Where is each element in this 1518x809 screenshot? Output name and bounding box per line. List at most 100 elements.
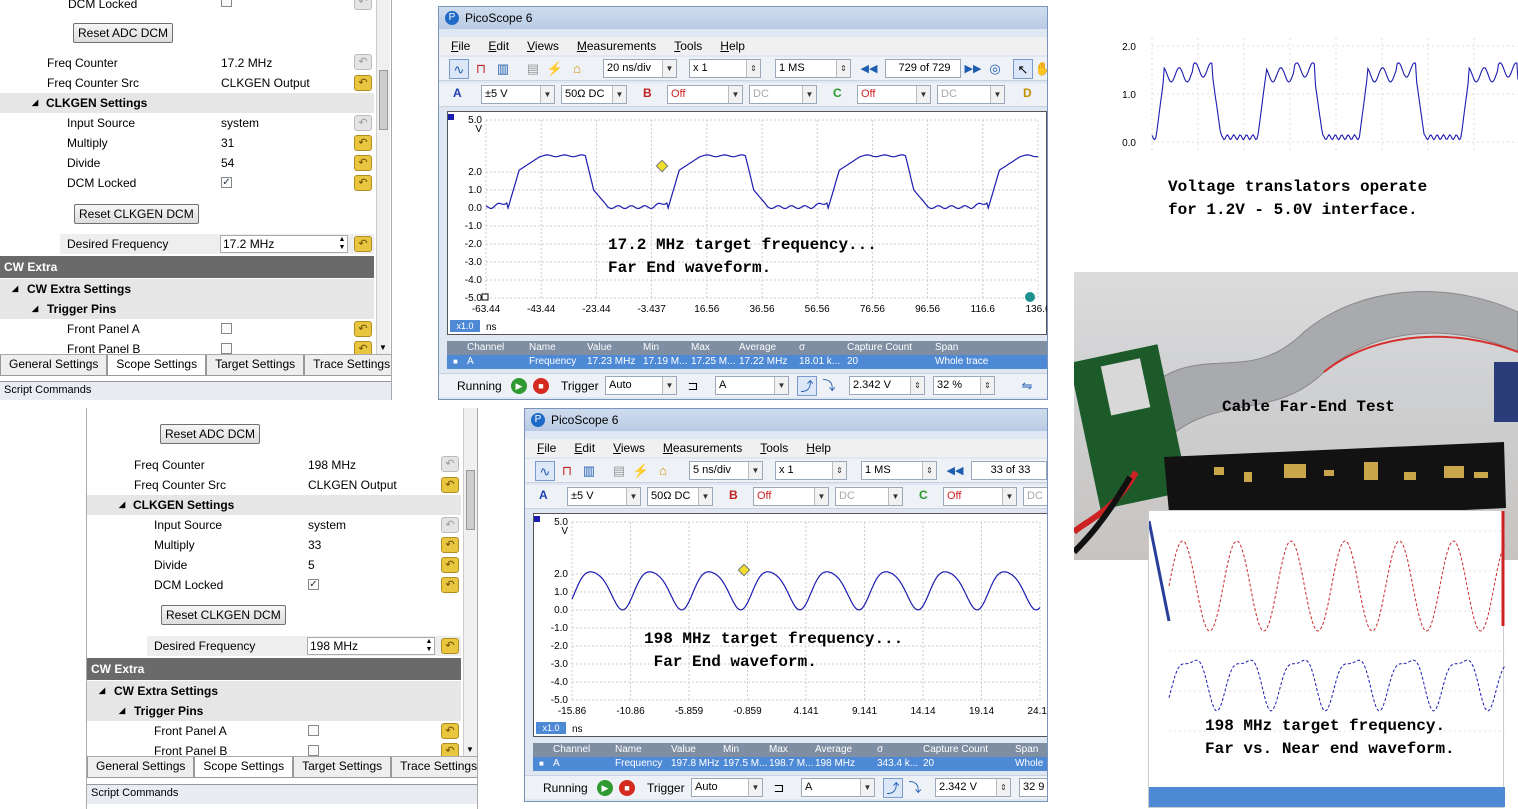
channel-a-coupling[interactable]: 50Ω DC ▼	[561, 85, 627, 104]
chevron-down-icon[interactable]: ▼	[626, 488, 640, 505]
input-source-value[interactable]: system	[221, 113, 259, 133]
undo-arrow-icon[interactable]: ↶	[441, 517, 459, 533]
pulse-mode-icon[interactable]: ⊓	[557, 461, 577, 481]
chevron-down-icon[interactable]: ▼	[802, 86, 816, 103]
multiply-value[interactable]: 31	[221, 133, 234, 153]
last-capture-icon[interactable]: ▶▶	[963, 59, 983, 79]
trigger-source-select[interactable]: A ▼	[715, 376, 789, 395]
scope-mode-icon[interactable]: ∿	[535, 461, 555, 481]
trigger-source-select[interactable]: A ▼	[801, 778, 875, 797]
chevron-down-icon[interactable]: ▼	[662, 377, 676, 394]
vertical-scrollbar[interactable]: ▼	[376, 0, 390, 354]
front-panel-b-checkbox[interactable]	[221, 343, 232, 354]
trigger-level-stepper[interactable]: 2.342 V ⇕	[849, 376, 925, 395]
home-icon[interactable]: ⌂	[567, 59, 587, 79]
undo-arrow-icon[interactable]: ↶	[441, 638, 459, 654]
trigger-settings-icon[interactable]: ⊐	[683, 376, 703, 396]
tab-scope-settings[interactable]: Scope Settings	[194, 757, 294, 778]
tab-general-settings[interactable]: General Settings	[0, 355, 108, 376]
channel-b-button[interactable]: B	[729, 488, 738, 502]
menu-edit[interactable]: Edit	[482, 37, 515, 55]
chevron-down-icon[interactable]: ▼	[612, 86, 626, 103]
trigger-mode-select[interactable]: Auto ▼	[691, 778, 763, 797]
channel-a-coupling[interactable]: 50Ω DC ▼	[647, 487, 713, 506]
tab-trace-settings[interactable]: Trace Settings	[391, 757, 477, 778]
channel-a-button[interactable]: A	[539, 488, 548, 502]
undo-arrow-icon[interactable]: ↶	[441, 577, 459, 593]
pulse-mode-icon[interactable]: ⊓	[471, 59, 491, 79]
timebase-select[interactable]: 20 ns/div ▼	[603, 59, 677, 78]
divide-value[interactable]: 5	[308, 555, 315, 575]
expand-triangle-icon[interactable]: ◢	[32, 299, 38, 319]
undo-arrow-icon[interactable]: ↶	[354, 54, 372, 70]
spin-arrows-icon[interactable]: ⇕	[832, 462, 846, 479]
first-capture-icon[interactable]: ◀◀	[859, 59, 879, 79]
dcm-locked-checkbox[interactable]: ✓	[308, 579, 319, 590]
window-titlebar[interactable]: P PicoScope 6	[439, 7, 1047, 29]
menu-views[interactable]: Views	[607, 439, 651, 457]
tab-trace-settings[interactable]: Trace Settings	[304, 355, 391, 376]
scope-mode-icon[interactable]: ∿	[449, 59, 469, 79]
chevron-down-icon[interactable]: ▼	[748, 462, 762, 479]
script-commands-dock[interactable]: Script Commands ⊡✕	[0, 381, 391, 400]
spin-arrows-icon[interactable]: ⇕	[922, 462, 936, 479]
reset-adc-dcm-button[interactable]: Reset ADC DCM	[73, 23, 174, 43]
pretrigger-stepper[interactable]: 32 9	[1019, 778, 1047, 797]
reset-adc-dcm-button[interactable]: Reset ADC DCM	[160, 424, 261, 444]
zoom-stepper[interactable]: x 1 ⇕	[689, 59, 761, 78]
auto-setup-icon[interactable]: ⚡	[631, 461, 651, 481]
menu-edit[interactable]: Edit	[568, 439, 601, 457]
cw-extra-settings-header[interactable]: ◢ CW Extra Settings	[0, 279, 374, 299]
dcm-locked-checkbox[interactable]: ✓	[221, 177, 232, 188]
chevron-down-icon[interactable]: ▼	[774, 377, 788, 394]
zoom-stepper[interactable]: x 1 ⇕	[775, 461, 847, 480]
menu-help[interactable]: Help	[714, 37, 751, 55]
falling-edge-icon[interactable]: ⤵	[905, 778, 925, 798]
first-capture-icon[interactable]: ◀◀	[945, 461, 965, 481]
table-row[interactable]: ■ A Frequency 17.23 MHz 17.19 M... 17.25…	[447, 355, 1047, 369]
tab-general-settings[interactable]: General Settings	[87, 757, 195, 778]
spin-arrows-icon[interactable]: ⇕	[836, 60, 850, 77]
chevron-down-icon[interactable]: ▼	[748, 779, 762, 796]
chevron-down-icon[interactable]: ▼	[662, 60, 676, 77]
persistence-icon[interactable]: ▤	[523, 59, 543, 79]
falling-edge-icon[interactable]: ⤵	[819, 376, 839, 396]
tab-target-settings[interactable]: Target Settings	[206, 355, 305, 376]
spectrum-mode-icon[interactable]: ▥	[493, 59, 513, 79]
undo-arrow-icon[interactable]: ↶	[354, 0, 372, 10]
scope-plot-bottom[interactable]: 5.0 2.0 1.0 0.0 -1.0 -2.0 -3.0 -4.0 -5.0 -15.86 -1…	[533, 513, 1047, 737]
reset-clkgen-dcm-button[interactable]: Reset CLKGEN DCM	[74, 204, 199, 224]
samples-stepper[interactable]: 1 MS ⇕	[775, 59, 851, 78]
channel-b-button[interactable]: B	[643, 86, 652, 100]
window-titlebar[interactable]: P PicoScope 6	[525, 409, 1047, 431]
front-panel-b-checkbox[interactable]	[308, 745, 319, 756]
undo-arrow-icon[interactable]: ↶	[354, 236, 372, 252]
hand-icon[interactable]: ✋	[1033, 59, 1047, 79]
divide-value[interactable]: 54	[221, 153, 234, 173]
dcm-locked-checkbox-top[interactable]	[221, 0, 232, 7]
run-icon[interactable]: ▶	[597, 780, 613, 796]
spin-arrows-icon[interactable]: ⇕	[746, 60, 760, 77]
undo-arrow-icon[interactable]: ↶	[354, 321, 372, 337]
pointer-icon[interactable]: ↖	[1013, 59, 1033, 79]
compass-icon[interactable]: ◎	[985, 59, 1005, 79]
expand-triangle-icon[interactable]: ◢	[119, 495, 125, 515]
rising-edge-icon[interactable]: ⤴	[883, 778, 903, 798]
channel-c-button[interactable]: C	[833, 86, 842, 100]
menu-tools[interactable]: Tools	[754, 439, 794, 457]
undo-arrow-icon[interactable]: ↶	[441, 557, 459, 573]
channel-b-coupling[interactable]: DC ▼	[749, 85, 817, 104]
table-row[interactable]: ■ A Frequency 197.8 MHz 197.5 M... 198.7…	[533, 757, 1047, 771]
chevron-down-icon[interactable]: ▼	[888, 488, 902, 505]
stop-icon[interactable]: ■	[533, 378, 549, 394]
channel-a-button[interactable]: A	[453, 86, 462, 100]
undo-arrow-icon[interactable]: ↶	[354, 175, 372, 191]
menu-file[interactable]: File	[531, 439, 562, 457]
spin-arrows-icon[interactable]: ▲ ▼	[337, 236, 347, 252]
undo-arrow-icon[interactable]: ↶	[354, 115, 372, 131]
spectrum-mode-icon[interactable]: ▥	[579, 461, 599, 481]
auto-setup-icon[interactable]: ⚡	[545, 59, 565, 79]
desired-frequency-input[interactable]: 198 MHz	[307, 637, 435, 655]
chevron-down-icon[interactable]: ▼	[990, 86, 1004, 103]
channel-c-range[interactable]: Off ▼	[857, 85, 931, 104]
